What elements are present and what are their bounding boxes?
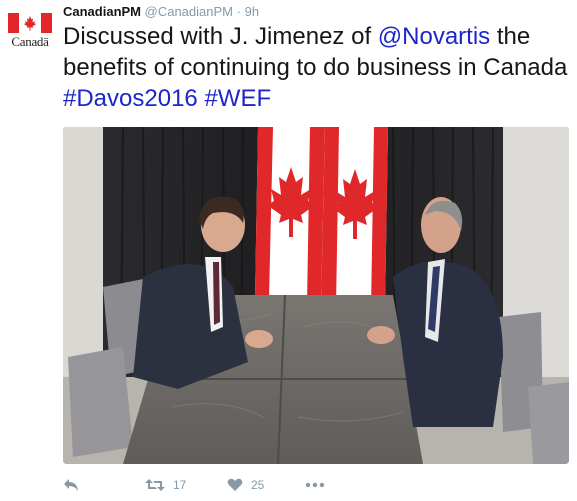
more-icon: [305, 482, 325, 488]
display-name[interactable]: CanadianPM: [63, 4, 141, 19]
tweet-actions: 17 25: [63, 474, 569, 496]
tweet-header: CanadianPM @CanadianPM · 9h: [63, 3, 259, 20]
retweet-button[interactable]: 17: [145, 474, 186, 496]
hashtag-link[interactable]: #WEF: [204, 85, 271, 112]
like-button[interactable]: 25: [227, 474, 264, 496]
timestamp[interactable]: 9h: [245, 4, 259, 19]
tweet-photo[interactable]: [63, 127, 569, 464]
reply-button[interactable]: [63, 474, 79, 496]
like-count: 25: [251, 478, 265, 492]
retweet-icon: [145, 479, 165, 491]
tweet-text-part: Discussed with J. Jimenez of: [63, 23, 378, 50]
more-button[interactable]: [305, 474, 325, 496]
retweet-count: 17: [173, 478, 187, 492]
separator-dot: ·: [236, 4, 241, 19]
canada-wordmark: Canadä: [11, 34, 49, 49]
mention-link[interactable]: @Novartis: [378, 23, 490, 50]
tweet-text: Discussed with J. Jimenez of @Novartis t…: [63, 21, 573, 114]
reply-icon: [64, 479, 78, 491]
avatar[interactable]: Canadä: [6, 8, 54, 56]
user-handle[interactable]: @CanadianPM: [145, 4, 233, 19]
hashtag-link[interactable]: #Davos2016: [63, 85, 198, 112]
canada-flag-icon: [8, 13, 52, 33]
heart-icon: [227, 478, 243, 491]
